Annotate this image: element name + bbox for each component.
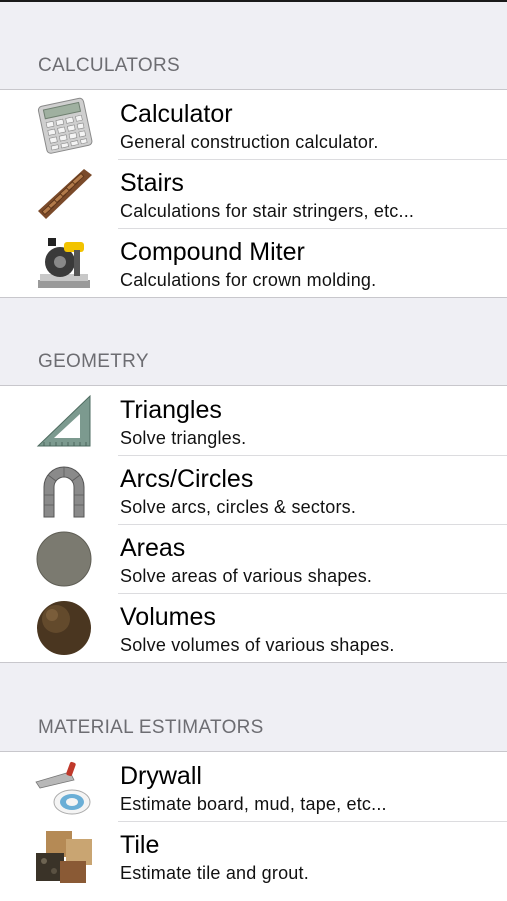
geometry-group: Triangles Solve triangles. Arcs/Circles … (0, 385, 507, 663)
area-disc-icon (34, 530, 94, 588)
section-header-geometry: GEOMETRY (38, 351, 149, 372)
row-title: Calculator (120, 100, 233, 128)
status-bar-edge (0, 0, 507, 2)
row-title: Areas (120, 534, 186, 562)
stairs-icon (34, 165, 94, 223)
calculators-group: Calculator General construction calculat… (0, 89, 507, 298)
row-subtitle: Solve areas of various shapes. (120, 566, 373, 586)
row-subtitle: Solve volumes of various shapes. (120, 635, 395, 655)
row-title: Compound Miter (120, 238, 305, 266)
volume-sphere-icon (34, 599, 94, 657)
row-title: Triangles (120, 396, 222, 424)
row-title: Volumes (120, 603, 216, 631)
section-header-calculators: CALCULATORS (38, 55, 180, 76)
material-estimators-group: Drywall Estimate board, mud, tape, etc..… (0, 751, 507, 901)
section-header-material-estimators: MATERIAL ESTIMATORS (38, 717, 264, 738)
row-title: Drywall (120, 762, 202, 790)
stone-arch-icon (34, 461, 94, 519)
row-subtitle: Solve triangles. (120, 428, 247, 448)
row-calculator[interactable]: Calculator General construction calculat… (0, 90, 507, 159)
row-volumes[interactable]: Volumes Solve volumes of various shapes. (0, 593, 507, 662)
row-arcs-circles[interactable]: Arcs/Circles Solve arcs, circles & secto… (0, 455, 507, 524)
row-stairs[interactable]: Stairs Calculations for stair stringers,… (0, 159, 507, 228)
miter-saw-icon (34, 234, 94, 292)
row-subtitle: General construction calculator. (120, 132, 379, 152)
row-areas[interactable]: Areas Solve areas of various shapes. (0, 524, 507, 593)
row-title: Stairs (120, 169, 184, 197)
row-tile[interactable]: Tile Estimate tile and grout. (0, 821, 507, 890)
row-compound-miter[interactable]: Compound Miter Calculations for crown mo… (0, 228, 507, 297)
row-subtitle: Estimate board, mud, tape, etc... (120, 794, 387, 814)
row-subtitle: Calculations for crown molding. (120, 270, 377, 290)
row-title: Arcs/Circles (120, 465, 254, 493)
calculator-icon (34, 96, 94, 154)
row-subtitle: Calculations for stair stringers, etc... (120, 201, 415, 221)
drywall-tools-icon (34, 758, 94, 816)
row-subtitle: Estimate tile and grout. (120, 863, 309, 883)
triangle-square-icon (34, 392, 94, 450)
row-title: Tile (120, 831, 160, 859)
row-drywall[interactable]: Drywall Estimate board, mud, tape, etc..… (0, 752, 507, 821)
tile-samples-icon (34, 827, 94, 885)
row-triangles[interactable]: Triangles Solve triangles. (0, 386, 507, 455)
row-subtitle: Solve arcs, circles & sectors. (120, 497, 357, 517)
